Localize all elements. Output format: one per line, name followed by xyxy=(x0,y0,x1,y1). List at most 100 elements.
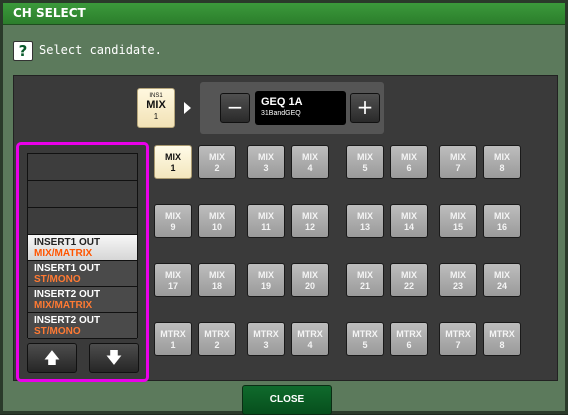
insert-point-list[interactable]: INSERT1 OUT MIX/MATRIX INSERT1 OUT ST/MO… xyxy=(27,153,138,339)
scroll-down-button[interactable]: 🡇 xyxy=(89,343,139,373)
channel-type-label: MIX xyxy=(164,270,181,280)
channel-number-label: 12 xyxy=(304,222,315,232)
channel-number-label: 8 xyxy=(499,163,505,173)
channel-number-label: 3 xyxy=(263,340,269,350)
channel-number-label: 22 xyxy=(403,281,414,291)
channel-number-label: 24 xyxy=(496,281,507,291)
channel-button[interactable]: MTRX 7 xyxy=(439,322,477,356)
channel-button[interactable]: MIX 5 xyxy=(346,145,384,179)
main-panel: INS1 MIX 1 − GEQ 1A 31BandGEQ + INSERT1 … xyxy=(13,75,558,382)
channel-button[interactable]: MIX 22 xyxy=(390,263,428,297)
channel-type-label: MTRX xyxy=(489,329,515,339)
channel-number-label: 23 xyxy=(452,281,463,291)
target-selector: − GEQ 1A 31BandGEQ + xyxy=(200,82,384,134)
channel-type-label: MIX xyxy=(208,211,225,221)
channel-number-label: 7 xyxy=(455,340,461,350)
channel-button[interactable]: MIX 13 xyxy=(346,204,384,238)
list-item-line2: MIX/MATRIX xyxy=(34,300,93,311)
source-line2: MIX xyxy=(146,99,166,111)
channel-button[interactable]: MIX 24 xyxy=(483,263,521,297)
channel-button[interactable]: MIX 6 xyxy=(390,145,428,179)
channel-type-label: MIX xyxy=(257,211,274,221)
channel-type-label: MTRX xyxy=(204,329,230,339)
channel-type-label: MTRX xyxy=(160,329,186,339)
list-item[interactable]: INSERT2 OUT ST/MONO xyxy=(28,313,137,339)
list-item[interactable] xyxy=(28,208,137,235)
channel-type-label: MIX xyxy=(493,270,510,280)
channel-number-label: 5 xyxy=(362,163,368,173)
channel-type-label: MIX xyxy=(449,270,466,280)
channel-number-label: 16 xyxy=(496,222,507,232)
channel-button[interactable]: MIX 17 xyxy=(154,263,192,297)
channel-number-label: 15 xyxy=(452,222,463,232)
channel-button[interactable]: MIX 11 xyxy=(247,204,285,238)
channel-number-label: 17 xyxy=(167,281,178,291)
channel-button[interactable]: MIX 12 xyxy=(291,204,329,238)
channel-type-label: MIX xyxy=(164,211,181,221)
list-item[interactable]: INSERT2 OUT MIX/MATRIX xyxy=(28,287,137,313)
channel-button[interactable]: MIX 7 xyxy=(439,145,477,179)
channel-number-label: 1 xyxy=(170,340,176,350)
channel-type-label: MIX xyxy=(356,152,373,162)
source-line3: 1 xyxy=(153,112,159,121)
insert-point-list-frame: INSERT1 OUT MIX/MATRIX INSERT1 OUT ST/MO… xyxy=(16,142,149,382)
channel-button[interactable]: MIX 20 xyxy=(291,263,329,297)
channel-number-label: 7 xyxy=(455,163,461,173)
channel-button[interactable]: MIX 9 xyxy=(154,204,192,238)
list-item-selected[interactable]: INSERT1 OUT MIX/MATRIX xyxy=(28,235,137,261)
list-item-line1: INSERT2 OUT xyxy=(34,289,101,300)
channel-button[interactable]: MTRX 6 xyxy=(390,322,428,356)
channel-button[interactable]: MIX 15 xyxy=(439,204,477,238)
list-item[interactable] xyxy=(28,181,137,208)
channel-button[interactable]: MIX 19 xyxy=(247,263,285,297)
channel-button[interactable]: MIX 3 xyxy=(247,145,285,179)
channel-type-label: MTRX xyxy=(253,329,279,339)
channel-button[interactable]: MTRX 2 xyxy=(198,322,236,356)
scroll-up-button[interactable]: 🡅 xyxy=(27,343,77,373)
channel-button[interactable]: MTRX 5 xyxy=(346,322,384,356)
channel-number-label: 18 xyxy=(211,281,222,291)
channel-button[interactable]: MIX 8 xyxy=(483,145,521,179)
channel-number-label: 3 xyxy=(263,163,269,173)
list-item-line2: ST/MONO xyxy=(34,326,81,337)
arrow-up-icon: 🡅 xyxy=(43,348,61,367)
list-item-line1: INSERT2 OUT xyxy=(34,315,101,326)
channel-type-label: MIX xyxy=(208,152,225,162)
channel-button[interactable]: MTRX 3 xyxy=(247,322,285,356)
channel-button[interactable]: MIX 2 xyxy=(198,145,236,179)
channel-button[interactable]: MIX 21 xyxy=(346,263,384,297)
channel-button[interactable]: MIX 1 xyxy=(154,145,192,179)
channel-button[interactable]: MTRX 8 xyxy=(483,322,521,356)
channel-button[interactable]: MTRX 1 xyxy=(154,322,192,356)
channel-number-label: 11 xyxy=(261,222,271,232)
channel-type-label: MIX xyxy=(257,270,274,280)
channel-type-label: MIX xyxy=(449,152,466,162)
channel-type-label: MTRX xyxy=(445,329,471,339)
channel-button[interactable]: MTRX 4 xyxy=(291,322,329,356)
channel-button[interactable]: MIX 23 xyxy=(439,263,477,297)
channel-number-label: 6 xyxy=(406,163,412,173)
minus-button[interactable]: − xyxy=(220,93,250,123)
channel-number-label: 6 xyxy=(406,340,412,350)
channel-button[interactable]: MIX 16 xyxy=(483,204,521,238)
source-channel-button[interactable]: INS1 MIX 1 xyxy=(137,88,175,128)
list-item[interactable] xyxy=(28,154,137,181)
channel-button[interactable]: MIX 14 xyxy=(390,204,428,238)
channel-type-label: MIX xyxy=(356,270,373,280)
channel-number-label: 20 xyxy=(304,281,315,291)
channel-type-label: MIX xyxy=(356,211,373,221)
channel-number-label: 1 xyxy=(170,163,176,173)
list-item[interactable]: INSERT1 OUT ST/MONO xyxy=(28,261,137,287)
close-button[interactable]: CLOSE xyxy=(242,385,332,415)
channel-number-label: 2 xyxy=(214,163,220,173)
channel-button[interactable]: MIX 18 xyxy=(198,263,236,297)
channel-button[interactable]: MIX 10 xyxy=(198,204,236,238)
channel-type-label: MIX xyxy=(400,211,417,221)
channel-type-label: MTRX xyxy=(352,329,378,339)
plus-button[interactable]: + xyxy=(350,93,380,123)
channel-number-label: 13 xyxy=(359,222,370,232)
channel-button[interactable]: MIX 4 xyxy=(291,145,329,179)
channel-number-label: 4 xyxy=(307,163,313,173)
arrow-down-icon: 🡇 xyxy=(105,348,123,367)
channel-number-label: 10 xyxy=(211,222,222,232)
